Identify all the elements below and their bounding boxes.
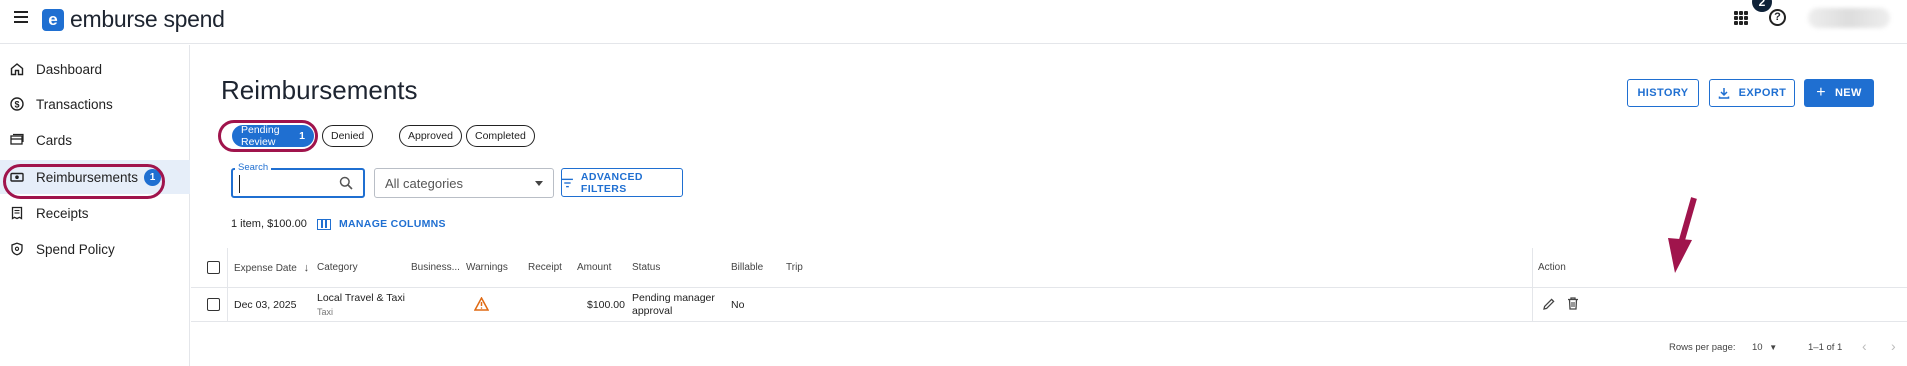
- top-bar: e emburse spend 2 ?: [0, 0, 1907, 44]
- annotation-arrow: [1668, 197, 1697, 273]
- tab-label: Denied: [331, 130, 365, 142]
- column-divider: [1532, 288, 1533, 322]
- column-divider: [1532, 248, 1533, 288]
- sidebar-item-label: Spend Policy: [36, 241, 115, 257]
- download-icon: [1718, 88, 1729, 99]
- column-header-expense-date[interactable]: Expense Date ↓: [234, 262, 309, 274]
- receipt-icon: [10, 206, 24, 220]
- next-page-icon[interactable]: ›: [1891, 338, 1896, 354]
- brand-logo[interactable]: e emburse spend: [42, 6, 225, 33]
- manage-columns-button[interactable]: MANAGE COLUMNS: [317, 218, 446, 230]
- plus-icon: +: [1816, 84, 1826, 101]
- rows-per-page-value: 10: [1752, 342, 1763, 353]
- new-label: NEW: [1834, 87, 1862, 99]
- export-label: EXPORT: [1738, 87, 1787, 99]
- sidebar-item-label: Cards: [36, 132, 73, 148]
- advanced-filters-button[interactable]: ADVANCED FILTERS: [561, 168, 683, 197]
- cash-icon: [10, 170, 24, 184]
- column-divider: [227, 288, 228, 322]
- delete-trash-icon[interactable]: [1566, 296, 1580, 316]
- sidebar-item-label: Transactions: [36, 96, 113, 112]
- search-icon: [339, 176, 353, 190]
- reimbursements-count-badge: 1: [144, 168, 162, 186]
- dollar-circle-icon: $: [10, 97, 24, 111]
- new-button[interactable]: + NEW: [1804, 79, 1874, 107]
- tab-label: Pending Review: [241, 124, 280, 148]
- column-header-billable[interactable]: Billable: [731, 262, 763, 273]
- svg-text:$: $: [14, 100, 19, 110]
- apps-grid-icon[interactable]: [1734, 11, 1748, 25]
- column-header-warnings[interactable]: Warnings: [466, 262, 508, 273]
- column-header-business[interactable]: Business...: [411, 262, 460, 273]
- cell-amount: $100.00: [587, 299, 625, 311]
- result-summary: 1 item, $100.00: [231, 218, 307, 230]
- rows-per-page-select[interactable]: 10 ▼: [1752, 342, 1777, 353]
- export-button[interactable]: EXPORT: [1709, 79, 1795, 107]
- sidebar-item-dashboard[interactable]: Dashboard: [0, 52, 190, 86]
- tab-count: 1: [299, 130, 305, 142]
- tab-completed[interactable]: Completed: [466, 125, 535, 147]
- shield-icon: [10, 242, 24, 256]
- row-checkbox[interactable]: [207, 298, 220, 311]
- menu-icon[interactable]: [14, 11, 30, 25]
- warning-icon[interactable]: [473, 296, 490, 316]
- tab-label: Approved: [408, 130, 453, 142]
- tab-pending-review[interactable]: Pending Review 1: [232, 124, 314, 148]
- columns-icon: [317, 218, 331, 230]
- chevron-down-icon: [535, 181, 543, 186]
- sidebar-item-cards[interactable]: Cards: [0, 123, 190, 157]
- search-input[interactable]: [239, 175, 329, 193]
- pagination-range: 1–1 of 1: [1808, 342, 1843, 353]
- table-row[interactable]: Dec 03, 2025 Local Travel & Taxi Taxi $1…: [191, 288, 1907, 322]
- category-select[interactable]: All categories: [374, 168, 554, 198]
- history-button[interactable]: HISTORY: [1627, 79, 1699, 107]
- filter-icon: [562, 178, 573, 187]
- column-header-trip[interactable]: Trip: [786, 262, 803, 273]
- advanced-filters-label: ADVANCED FILTERS: [580, 170, 643, 195]
- logo-mark: e: [42, 8, 64, 31]
- column-header-amount[interactable]: Amount: [577, 262, 611, 273]
- user-menu[interactable]: [1808, 8, 1890, 28]
- home-icon: [10, 62, 24, 76]
- cards-icon: [10, 133, 24, 147]
- cell-billable: No: [731, 299, 745, 311]
- sidebar-item-label: Dashboard: [36, 61, 103, 77]
- sidebar-item-label: Reimbursements: [36, 169, 139, 185]
- column-header-label: Expense Date: [234, 263, 297, 274]
- help-icon[interactable]: ?: [1769, 9, 1786, 26]
- rows-per-page-label: Rows per page:: [1669, 342, 1736, 353]
- column-divider: [227, 248, 228, 288]
- column-header-category[interactable]: Category: [317, 262, 358, 273]
- cell-category: Local Travel & Taxi: [317, 292, 405, 304]
- sidebar-item-label: Receipts: [36, 205, 89, 221]
- column-header-receipt[interactable]: Receipt: [528, 262, 562, 273]
- column-header-status[interactable]: Status: [632, 262, 660, 273]
- sort-arrow-down-icon: ↓: [303, 262, 310, 274]
- cell-expense-date: Dec 03, 2025: [234, 299, 297, 311]
- manage-columns-label: MANAGE COLUMNS: [339, 218, 446, 230]
- search-label: Search: [235, 162, 272, 173]
- brand-name: emburse spend: [70, 6, 225, 32]
- page-title: Reimbursements: [221, 75, 418, 105]
- tab-approved[interactable]: Approved: [399, 125, 462, 147]
- tab-denied[interactable]: Denied: [322, 125, 374, 147]
- sidebar-item-spend-policy[interactable]: Spend Policy: [0, 232, 190, 266]
- sidebar-item-transactions[interactable]: $ Transactions: [0, 87, 190, 121]
- cell-status-line1: Pending manager: [632, 292, 715, 304]
- sidebar-item-reimbursements[interactable]: Reimbursements 1: [0, 160, 190, 194]
- edit-pencil-icon[interactable]: [1542, 297, 1556, 316]
- previous-page-icon[interactable]: ‹: [1862, 338, 1867, 354]
- notification-badge[interactable]: 2: [1752, 0, 1772, 12]
- sidebar-item-receipts[interactable]: Receipts: [0, 196, 190, 230]
- chevron-down-icon: ▼: [1769, 343, 1778, 352]
- select-all-checkbox[interactable]: [207, 261, 220, 274]
- cell-status-line2: approval: [632, 305, 673, 317]
- category-select-value: All categories: [385, 176, 464, 191]
- sidebar: Dashboard $ Transactions Cards Reimburse…: [0, 45, 190, 366]
- tab-label: Completed: [475, 130, 526, 142]
- cell-category-sub: Taxi: [317, 307, 334, 317]
- column-header-action: Action: [1538, 262, 1566, 273]
